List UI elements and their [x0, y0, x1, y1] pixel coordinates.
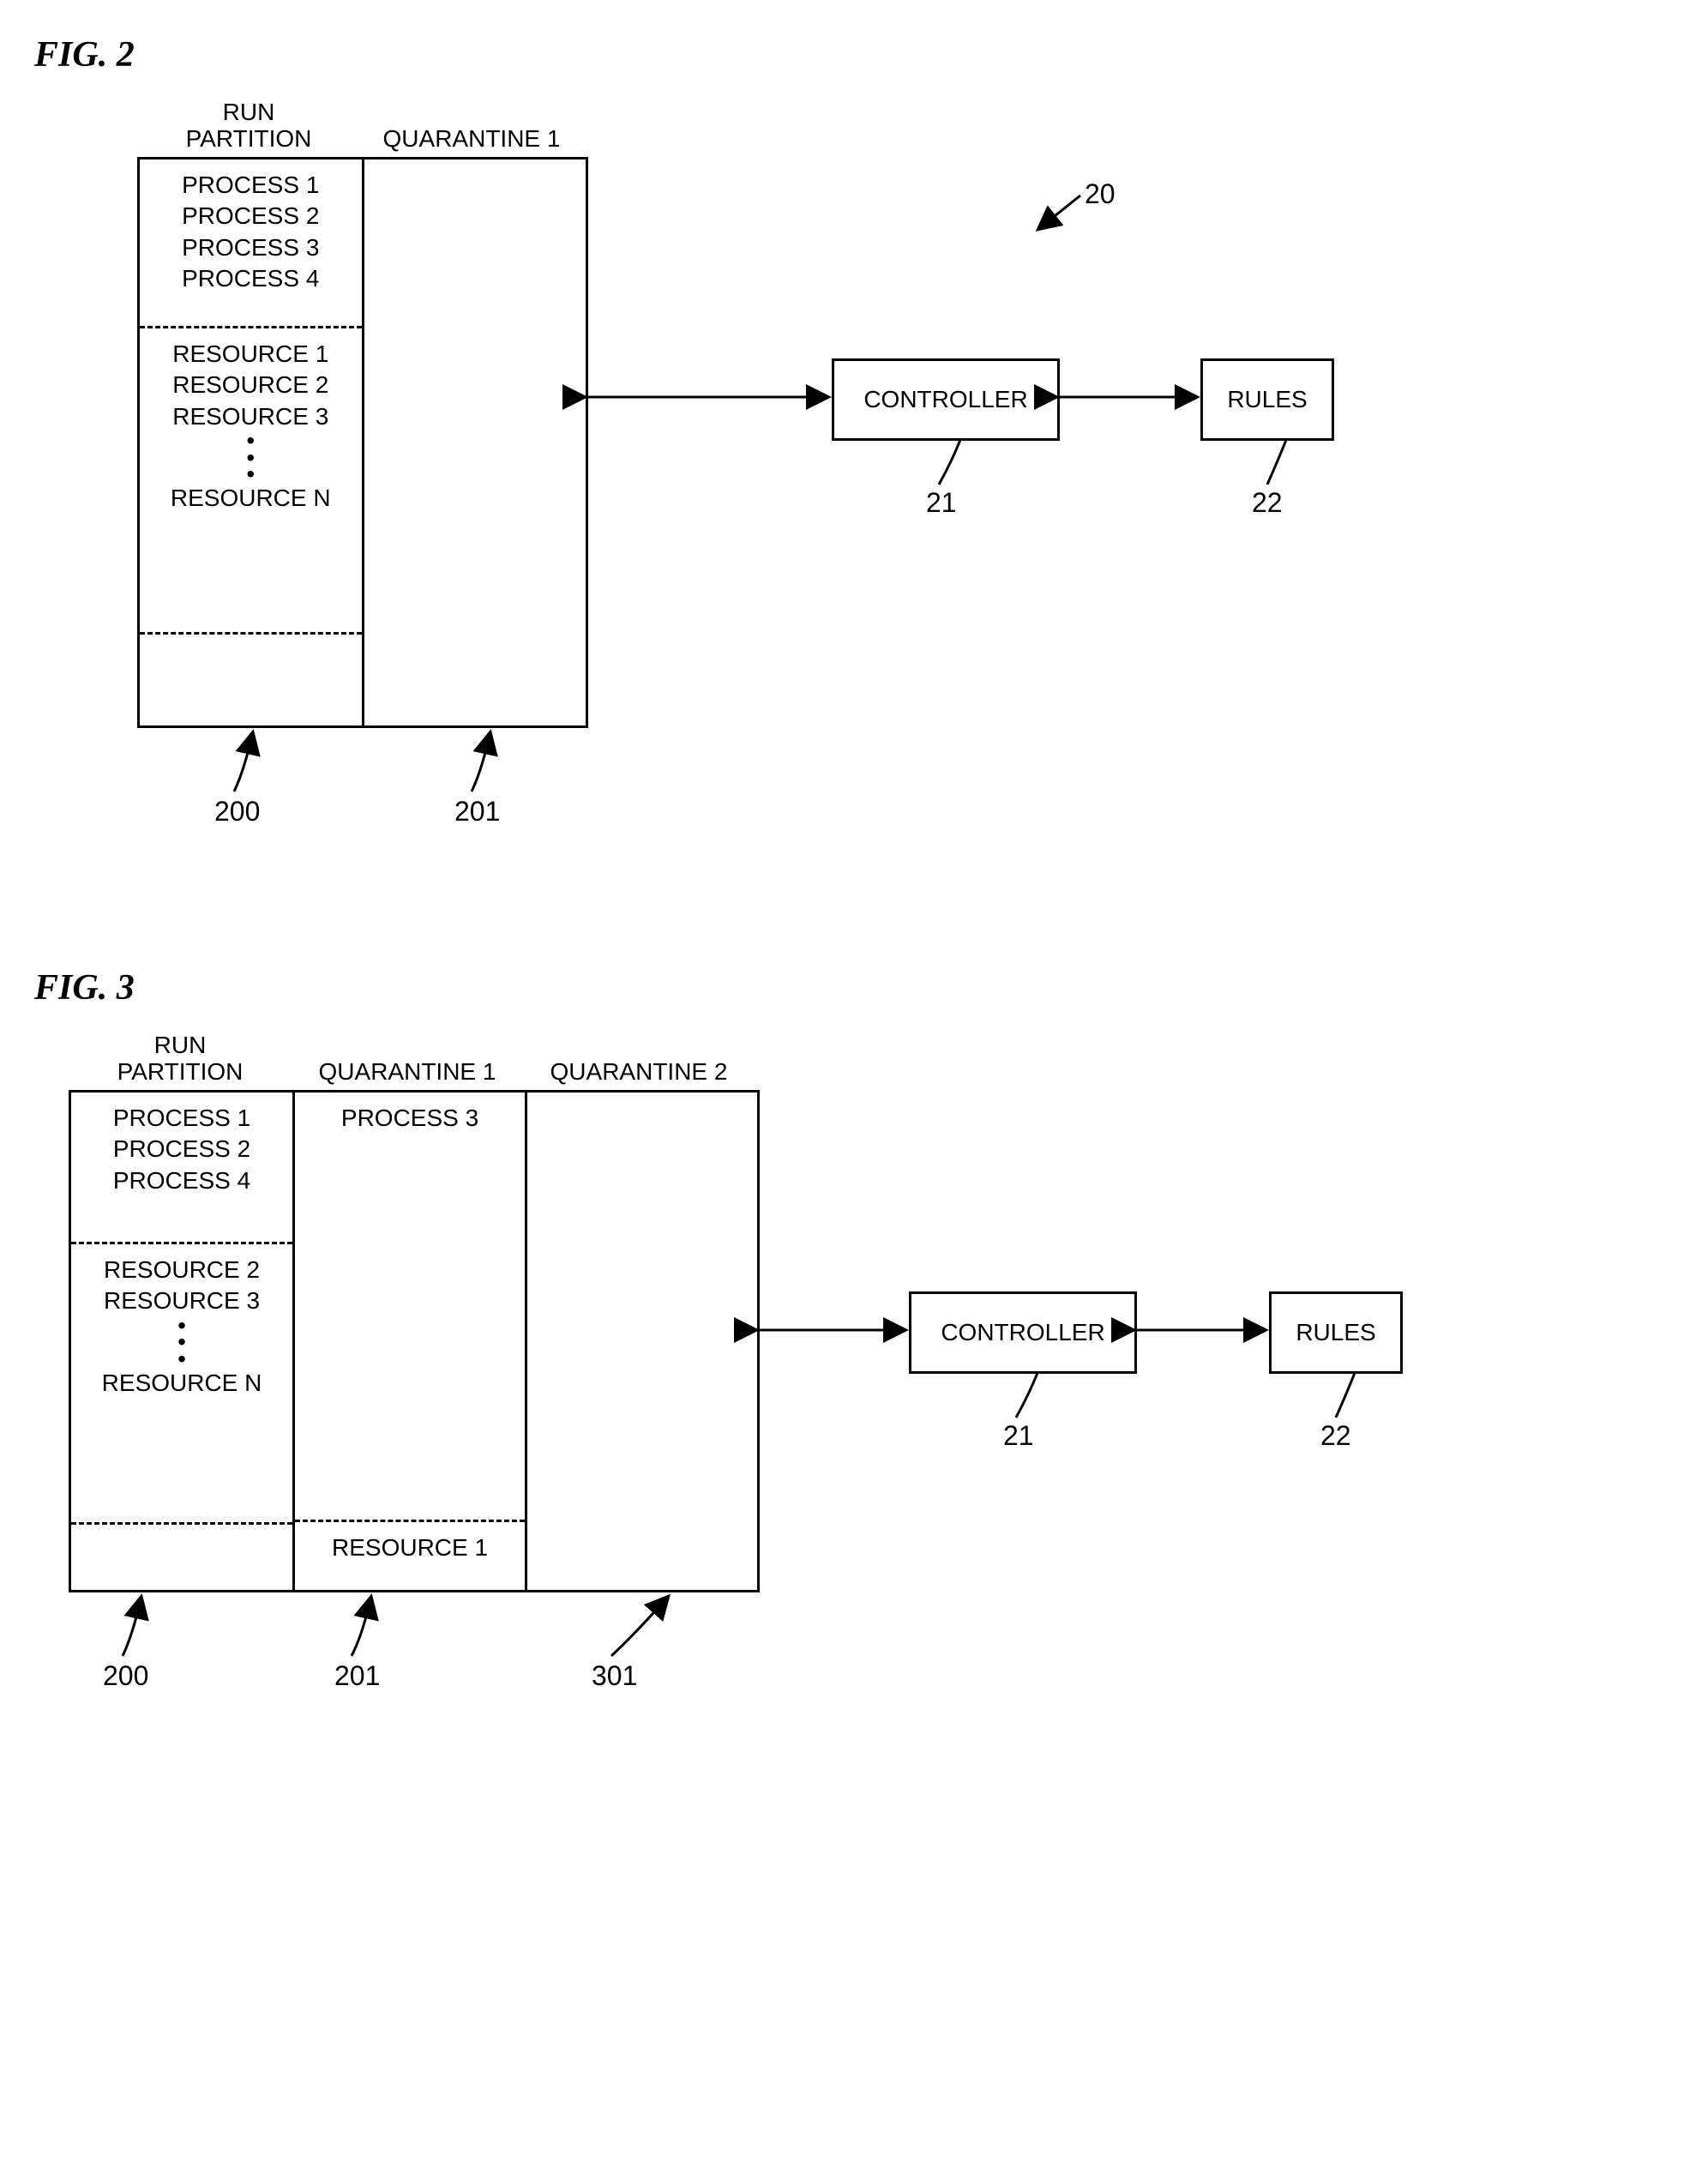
fig3-run-processes: PROCESS 1 PROCESS 2 PROCESS 4 — [71, 1093, 292, 1242]
fig2-header-run: RUN PARTITION — [137, 93, 360, 153]
fig3-run-empty — [71, 1522, 292, 1590]
process-item: PROCESS 1 — [147, 170, 355, 201]
rules-label: RULES — [1296, 1319, 1375, 1346]
fig3-q2-partition — [527, 1093, 757, 1590]
controller-label: CONTROLLER — [863, 386, 1027, 413]
resource-item: RESOURCE 1 — [302, 1532, 518, 1563]
process-item: PROCESS 4 — [147, 263, 355, 294]
fig3-q1-mid — [295, 1242, 525, 1520]
fig2-headers: RUN PARTITION QUARANTINE 1 — [137, 93, 583, 153]
fig3-ref-21: 21 — [1003, 1420, 1034, 1452]
process-item: PROCESS 2 — [147, 201, 355, 232]
fig3-header-run: RUN PARTITION — [69, 1026, 292, 1086]
fig3-rules-box: RULES — [1269, 1291, 1403, 1374]
fig2-ref-200: 200 — [214, 796, 260, 828]
fig2-ref-21: 21 — [926, 487, 957, 519]
resource-item: RESOURCE 2 — [147, 370, 355, 400]
process-item: PROCESS 3 — [302, 1103, 518, 1134]
figure-2: FIG. 2 RUN PARTITION QUARANTINE 1 PROCES… — [34, 34, 1674, 864]
fig2-diagram: RUN PARTITION QUARANTINE 1 PROCESS 1 PRO… — [34, 93, 1578, 864]
fig2-q1-partition — [364, 160, 586, 725]
fig3-title: FIG. 3 — [34, 967, 1674, 1008]
controller-label: CONTROLLER — [941, 1319, 1104, 1346]
process-item: PROCESS 4 — [78, 1165, 286, 1196]
fig2-ref-22: 22 — [1252, 487, 1283, 519]
resource-item: RESOURCE N — [78, 1368, 286, 1399]
fig2-run-empty — [140, 632, 362, 725]
process-item: PROCESS 3 — [147, 232, 355, 263]
fig2-header-q1: QUARANTINE 1 — [360, 93, 583, 153]
fig3-headers: RUN PARTITION QUARANTINE 1 QUARANTINE 2 — [69, 1026, 755, 1086]
resource-item: RESOURCE 2 — [78, 1255, 286, 1285]
fig2-ref-20: 20 — [1085, 178, 1116, 210]
fig3-ref-22: 22 — [1320, 1420, 1351, 1452]
fig2-title: FIG. 2 — [34, 34, 1674, 75]
fig3-ref-201: 201 — [334, 1660, 380, 1692]
fig2-run-resources: RESOURCE 1 RESOURCE 2 RESOURCE 3 ••• RES… — [140, 326, 362, 632]
fig3-run-partition: PROCESS 1 PROCESS 2 PROCESS 4 RESOURCE 2… — [71, 1093, 295, 1590]
resource-item: RESOURCE 1 — [147, 339, 355, 370]
fig3-run-resources: RESOURCE 2 RESOURCE 3 ••• RESOURCE N — [71, 1242, 292, 1522]
fig3-controller-box: CONTROLLER — [909, 1291, 1137, 1374]
fig2-partitions: PROCESS 1 PROCESS 2 PROCESS 3 PROCESS 4 … — [137, 157, 588, 728]
resource-item: RESOURCE N — [147, 483, 355, 514]
rules-label: RULES — [1227, 386, 1307, 413]
fig2-run-partition: PROCESS 1 PROCESS 2 PROCESS 3 PROCESS 4 … — [140, 160, 364, 725]
fig3-ref-200: 200 — [103, 1660, 148, 1692]
fig3-q1-partition: PROCESS 3 RESOURCE 1 — [295, 1093, 527, 1590]
process-item: PROCESS 1 — [78, 1103, 286, 1134]
fig2-ref-201: 201 — [454, 796, 500, 828]
ellipsis-icon: ••• — [78, 1317, 286, 1368]
figure-3: FIG. 3 RUN PARTITION QUARANTINE 1 QUARAN… — [34, 967, 1674, 1729]
process-item: PROCESS 2 — [78, 1134, 286, 1165]
fig3-diagram: RUN PARTITION QUARANTINE 1 QUARANTINE 2 … — [34, 1026, 1578, 1729]
fig3-ref-301: 301 — [592, 1660, 637, 1692]
fig3-q1-resource: RESOURCE 1 — [295, 1520, 525, 1590]
fig2-rules-box: RULES — [1200, 358, 1334, 441]
fig2-controller-box: CONTROLLER — [832, 358, 1060, 441]
fig3-q1-processes: PROCESS 3 — [295, 1093, 525, 1242]
fig3-partitions: PROCESS 1 PROCESS 2 PROCESS 4 RESOURCE 2… — [69, 1090, 760, 1592]
fig3-header-q1: QUARANTINE 1 — [292, 1026, 523, 1086]
fig2-run-processes: PROCESS 1 PROCESS 2 PROCESS 3 PROCESS 4 — [140, 160, 362, 326]
fig3-header-q2: QUARANTINE 2 — [523, 1026, 755, 1086]
ellipsis-icon: ••• — [147, 432, 355, 483]
